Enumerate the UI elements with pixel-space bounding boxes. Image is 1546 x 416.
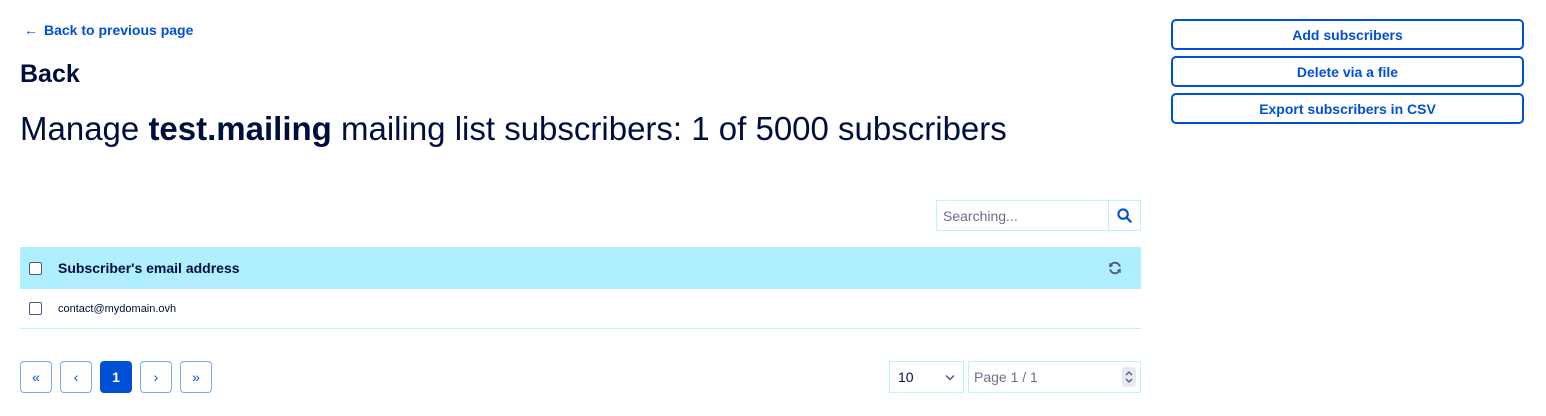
add-subscribers-button[interactable]: Add subscribers bbox=[1171, 19, 1524, 50]
current-page-button[interactable]: 1 bbox=[100, 361, 132, 393]
mailing-list-name: test.mailing bbox=[148, 110, 332, 147]
page-indicator: Page 1 / 1 bbox=[974, 369, 1038, 385]
column-header-email: Subscriber's email address bbox=[58, 260, 240, 276]
export-csv-button[interactable]: Export subscribers in CSV bbox=[1171, 93, 1524, 124]
next-page-button[interactable]: › bbox=[140, 361, 172, 393]
back-link-label: Back to previous page bbox=[44, 22, 194, 38]
select-all-checkbox[interactable] bbox=[29, 261, 42, 275]
arrow-left-icon: ← bbox=[24, 22, 38, 38]
title-suffix: mailing list subscribers: 1 of 5000 subs… bbox=[331, 110, 1007, 147]
per-page-value: 10 bbox=[898, 369, 914, 385]
page-title: Manage test.mailing mailing list subscri… bbox=[20, 110, 1007, 148]
page-number-input[interactable]: Page 1 / 1 bbox=[968, 361, 1141, 393]
subscriber-email: contact@mydomain.ovh bbox=[58, 302, 177, 315]
search-input[interactable] bbox=[937, 201, 1108, 230]
search-icon bbox=[1117, 208, 1132, 223]
previous-page-button[interactable]: ‹ bbox=[60, 361, 92, 393]
chevron-down-icon bbox=[945, 374, 955, 381]
last-page-button[interactable]: » bbox=[180, 361, 212, 393]
per-page-select[interactable]: 10 bbox=[889, 361, 964, 393]
pagination: « ‹ 1 › » bbox=[20, 361, 212, 393]
refresh-button[interactable] bbox=[1106, 259, 1124, 277]
subscribers-table: Subscriber's email address contact@mydom… bbox=[20, 247, 1141, 329]
back-to-previous-link[interactable]: ← Back to previous page bbox=[24, 22, 193, 38]
first-page-button[interactable]: « bbox=[20, 361, 52, 393]
table-row: contact@mydomain.ovh bbox=[20, 289, 1141, 329]
search-button[interactable] bbox=[1108, 201, 1140, 230]
title-prefix: Manage bbox=[20, 110, 149, 147]
search-box bbox=[936, 200, 1141, 231]
actions-panel: Add subscribers Delete via a file Export… bbox=[1171, 19, 1524, 124]
refresh-icon bbox=[1109, 261, 1121, 275]
back-heading: Back bbox=[20, 60, 80, 88]
table-header: Subscriber's email address bbox=[20, 247, 1141, 289]
page-stepper[interactable] bbox=[1122, 367, 1136, 387]
stepper-arrows-icon bbox=[1125, 371, 1133, 383]
row-checkbox[interactable] bbox=[29, 302, 42, 315]
delete-via-file-button[interactable]: Delete via a file bbox=[1171, 56, 1524, 87]
